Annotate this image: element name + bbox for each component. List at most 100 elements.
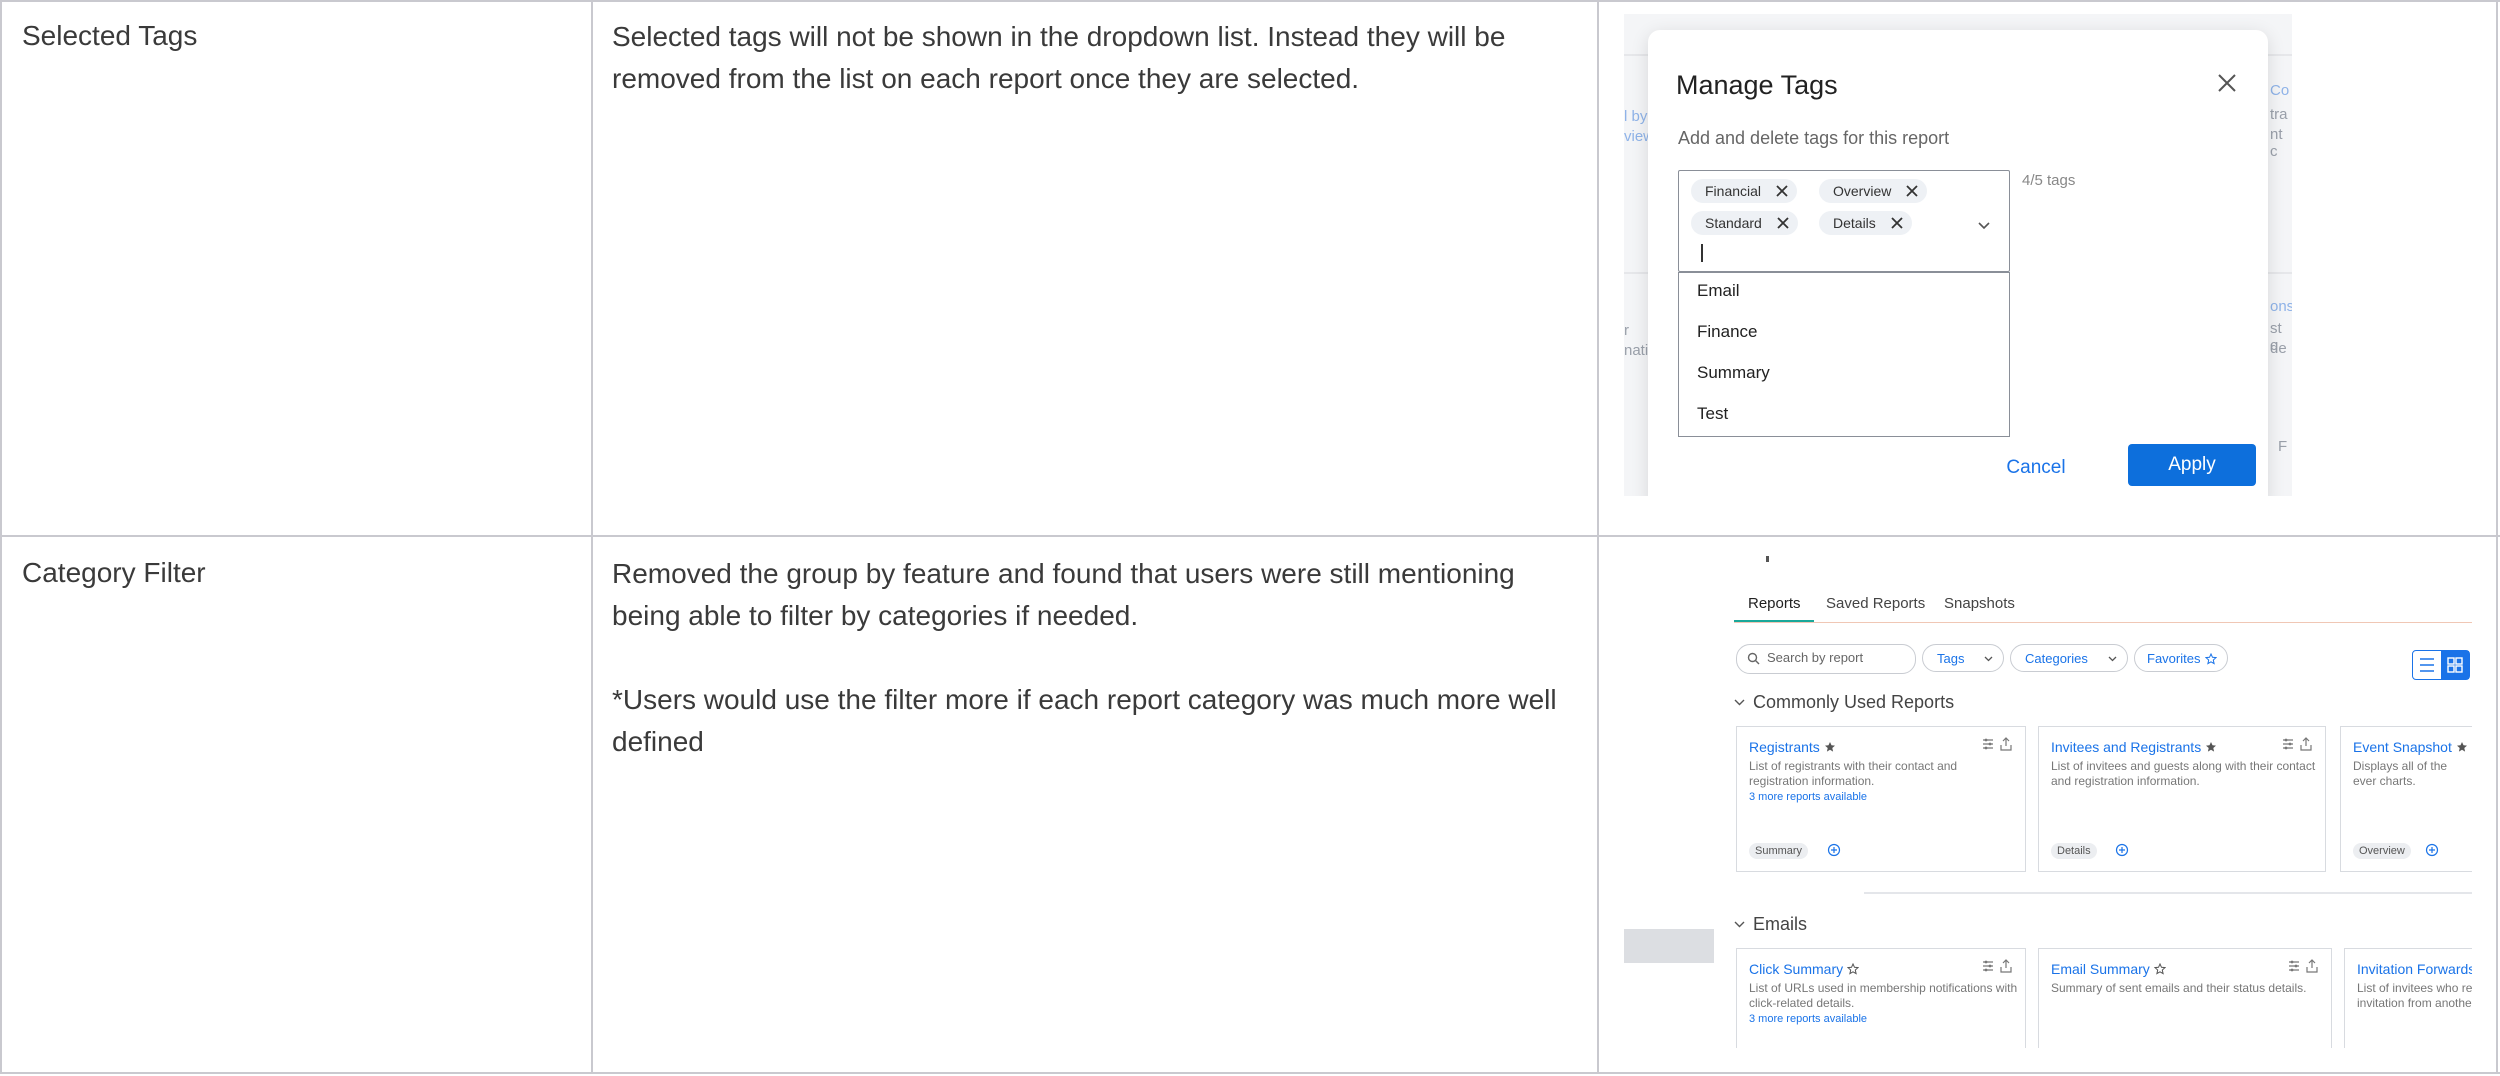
table-border-top	[0, 0, 2500, 2]
add-tag-icon[interactable]	[2425, 843, 2439, 857]
customize-icon[interactable]	[2287, 959, 2301, 973]
dropdown-option-summary[interactable]: Summary	[1697, 363, 1770, 383]
chevron-down-icon[interactable]	[1977, 221, 1991, 231]
customize-icon[interactable]	[2281, 737, 2295, 751]
report-title: Registrants	[1749, 739, 1820, 755]
tag-chip-overview: Overview	[1819, 179, 1928, 203]
more-reports-link[interactable]: 3 more reports available	[1749, 791, 1867, 803]
table-border-left	[0, 0, 2, 1074]
background-fragment: ons	[2270, 298, 2292, 315]
background-fragment: l by	[1624, 108, 1648, 125]
table-divider-col2	[1597, 0, 1599, 1074]
star-outline-icon[interactable]	[1846, 962, 1860, 975]
list-view-button[interactable]	[2413, 651, 2441, 679]
report-title-link[interactable]: Invitation Forwards	[2357, 961, 2472, 977]
report-card-invitation-forwards: Invitation Forwards List of invitees who…	[2344, 948, 2472, 1048]
tab-reports[interactable]: Reports	[1748, 595, 1801, 612]
tag-chip-details: Details	[1819, 211, 1912, 235]
add-tag-icon[interactable]	[2115, 843, 2129, 857]
card-actions	[1981, 737, 2013, 756]
report-title-link[interactable]: Event Snapshot	[2353, 739, 2468, 755]
report-card-click-summary: Click Summary List of URLs used in membe…	[1736, 948, 2026, 1048]
dropdown-option-test[interactable]: Test	[1697, 404, 1728, 424]
manage-tags-modal: Manage Tags Add and delete tags for this…	[1648, 30, 2268, 496]
report-title: Email Summary	[2051, 961, 2150, 977]
report-title-link[interactable]: Registrants	[1749, 739, 1836, 755]
report-card-registrants: Registrants List of registrants with the…	[1736, 726, 2026, 872]
remove-tag-icon[interactable]	[1905, 184, 1919, 198]
dropdown-option-finance[interactable]: Finance	[1697, 322, 1757, 342]
export-icon[interactable]	[2299, 737, 2313, 751]
view-toggle	[2412, 650, 2470, 680]
list-icon	[2420, 658, 2434, 672]
tab-divider	[1734, 622, 2472, 623]
text-cursor	[1701, 244, 1703, 262]
card-actions	[2281, 737, 2313, 756]
close-icon[interactable]	[2216, 72, 2238, 94]
customize-icon[interactable]	[1981, 959, 1995, 973]
modal-subtitle: Add and delete tags for this report	[1678, 128, 1950, 148]
card-actions	[2287, 959, 2319, 978]
remove-tag-icon[interactable]	[1776, 216, 1790, 230]
search-placeholder: Search by report	[1767, 650, 1864, 665]
report-description: List of invitees and guests along with t…	[2051, 759, 2316, 788]
report-tag: Overview	[2353, 843, 2411, 859]
modal-title: Manage Tags	[1676, 70, 1838, 100]
report-title-link[interactable]: Invitees and Registrants	[2051, 739, 2217, 755]
report-title: Click Summary	[1749, 961, 1844, 977]
tag-chip-label: Financial	[1705, 183, 1762, 199]
cancel-button[interactable]: Cancel	[1996, 450, 2076, 486]
add-tag-icon[interactable]	[1827, 843, 1841, 857]
grid-view-button[interactable]	[2441, 651, 2469, 679]
row-label-category-filter: Category Filter	[22, 557, 206, 588]
star-filled-icon[interactable]	[2205, 741, 2217, 753]
apply-button[interactable]: Apply	[2128, 444, 2256, 486]
customize-icon[interactable]	[1981, 737, 1995, 751]
tag-chip-label: Details	[1833, 215, 1876, 231]
tags-filter[interactable]: Tags	[1922, 644, 2004, 672]
star-filled-icon[interactable]	[2456, 741, 2468, 753]
section-toggle-commonly-used[interactable]: Commonly Used Reports	[1734, 692, 1954, 713]
filter-label: Favorites	[2147, 651, 2201, 666]
tab-snapshots[interactable]: Snapshots	[1944, 595, 2015, 612]
export-icon[interactable]	[2305, 959, 2319, 973]
report-title-link[interactable]: Click Summary	[1749, 961, 1860, 977]
description-note: *Users would use the filter more if each…	[612, 684, 1557, 757]
background-fragment: nati	[1624, 342, 1649, 359]
background-fragment: nt c	[2270, 126, 2283, 160]
search-input[interactable]: Search by report	[1736, 644, 1916, 674]
report-title-link[interactable]: Email Summary	[2051, 961, 2166, 977]
section-toggle-emails[interactable]: Emails	[1734, 914, 1807, 935]
categories-filter[interactable]: Categories	[2010, 644, 2128, 672]
report-description: List of registrants with their contact a…	[1749, 759, 1958, 788]
tab-saved-reports[interactable]: Saved Reports	[1826, 595, 1925, 612]
report-description: Summary of sent emails and their status …	[2051, 981, 2307, 995]
tag-select-input[interactable]: Financial Overview Standard Details	[1678, 170, 2010, 272]
more-reports-link[interactable]: 3 more reports available	[1749, 1013, 1867, 1025]
background-fragment: tra	[2270, 106, 2288, 123]
report-title: Invitees and Registrants	[2051, 739, 2202, 755]
tag-dropdown-list: Email Finance Summary Test	[1678, 272, 2010, 437]
chevron-down-icon	[1734, 921, 1745, 928]
chevron-down-icon	[2108, 656, 2117, 662]
report-card-email-summary: Email Summary Summary of sent emails and…	[2038, 948, 2332, 1048]
export-icon[interactable]	[1999, 959, 2013, 973]
tag-chip-label: Overview	[1833, 183, 1892, 199]
section-title: Commonly Used Reports	[1753, 692, 1955, 712]
dropdown-option-email[interactable]: Email	[1697, 281, 1740, 301]
table-border-bottom	[0, 1072, 2500, 1074]
favorites-filter[interactable]: Favorites	[2134, 644, 2228, 672]
report-tag: Summary	[1749, 843, 1809, 859]
tag-chip-label: Standard	[1705, 215, 1762, 231]
report-description: List of invitees who re invitation from …	[2357, 981, 2472, 1010]
tag-chip-financial: Financial	[1691, 179, 1798, 203]
description-paragraph: Selected tags will not be shown in the d…	[612, 21, 1506, 94]
background-fragment: r	[1624, 322, 1629, 339]
star-outline-icon[interactable]	[2153, 962, 2166, 975]
star-filled-icon[interactable]	[1824, 741, 1836, 753]
report-title: Event Snapshot	[2353, 739, 2452, 755]
export-icon[interactable]	[1999, 737, 2013, 751]
report-description: List of URLs used in membership notifica…	[1749, 981, 2018, 1010]
remove-tag-icon[interactable]	[1775, 184, 1789, 198]
remove-tag-icon[interactable]	[1890, 216, 1904, 230]
